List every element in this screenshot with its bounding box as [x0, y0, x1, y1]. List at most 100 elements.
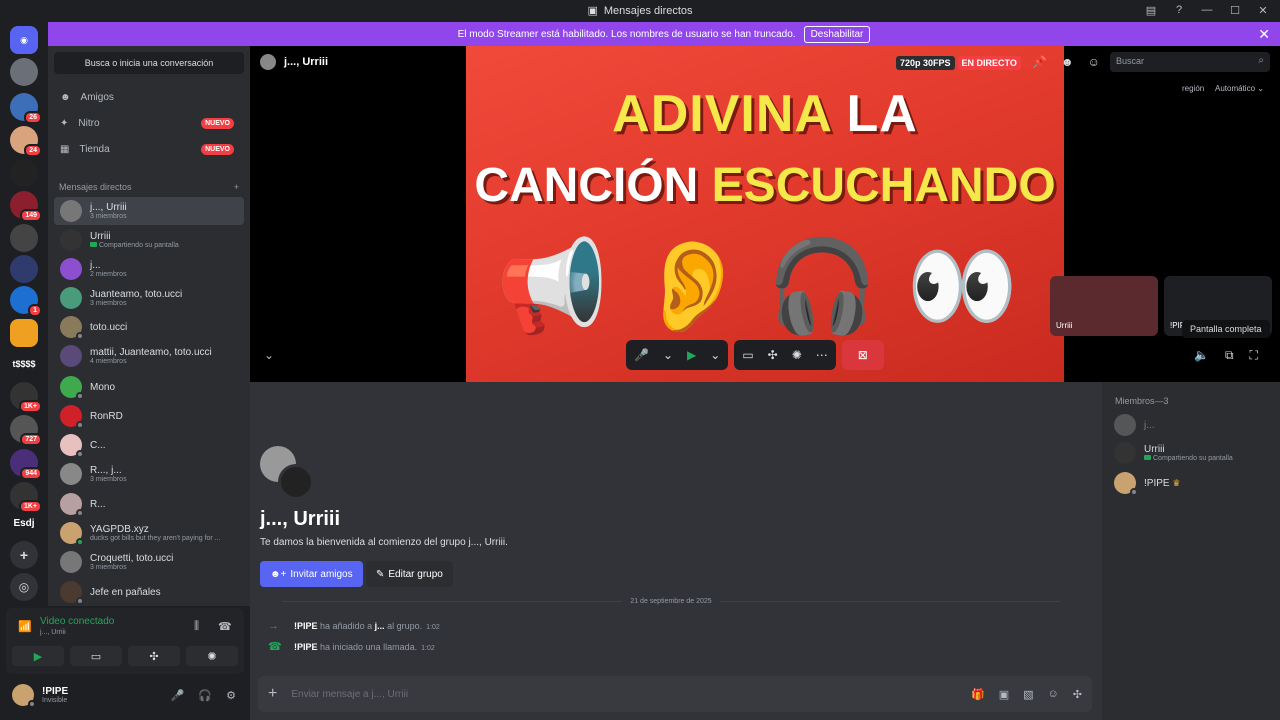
microphone-icon[interactable]: 🎤	[171, 689, 185, 702]
find-conversation-button[interactable]: Busca o inicia una conversación	[54, 52, 244, 74]
help-icon[interactable]: ?	[1170, 2, 1188, 18]
dm-sub-text: Compartiendo su pantalla	[99, 242, 179, 249]
search-input[interactable]: Buscar ⌕	[1110, 52, 1270, 72]
server-icon[interactable]: 1	[10, 286, 42, 317]
popout-icon[interactable]: ⧉	[1225, 348, 1234, 363]
fullscreen-icon[interactable]: ⛶	[1250, 348, 1258, 363]
volume-icon[interactable]: 🔈	[1194, 348, 1209, 363]
message-target[interactable]: j...	[375, 621, 385, 631]
members-icon[interactable]: ☺	[1088, 55, 1100, 69]
add-server-icon[interactable]: +	[10, 541, 38, 569]
dm-sidebar: Busca o inicia una conversación ☻ Amigos…	[48, 46, 250, 606]
region-select[interactable]: Automático ⌄	[1215, 84, 1264, 93]
member-item[interactable]: Urriii Compartiendo su pantalla	[1114, 442, 1233, 464]
server-icon[interactable]: 26	[10, 93, 42, 124]
emoji-icon[interactable]: ☺	[1048, 688, 1059, 701]
dm-item[interactable]: C...	[54, 431, 244, 459]
sticker-icon[interactable]: ▧	[1023, 688, 1033, 701]
server-avatar[interactable]	[10, 58, 38, 86]
nitro-icon: ✦	[60, 117, 69, 129]
disconnect-icon[interactable]: ☎	[218, 620, 232, 633]
screen-share-button[interactable]: ▭	[70, 646, 122, 666]
server-icon[interactable]: 1K+	[10, 382, 42, 413]
nav-shop[interactable]: ▦ Tienda NUEVO	[54, 136, 244, 162]
leave-call-button[interactable]: ⊠	[841, 340, 884, 370]
system-message: → !PIPE ha añadido a j... al grupo. 1:02	[268, 620, 440, 632]
headphones-icon[interactable]: 🎧	[198, 689, 212, 702]
nav-friends[interactable]: ☻ Amigos	[54, 84, 244, 110]
invite-friends-button[interactable]: ☻+ Invitar amigos	[260, 561, 363, 587]
maximize-button[interactable]: ☐	[1226, 2, 1244, 18]
server-icon[interactable]: 1K+	[10, 482, 42, 513]
more-icon[interactable]: ⋯	[816, 348, 828, 362]
discord-logo-icon: ◉	[20, 34, 28, 45]
server-icon[interactable]: 727	[10, 415, 42, 446]
dm-item[interactable]: toto.ucci	[54, 313, 244, 341]
apps-icon[interactable]: ✣	[1073, 688, 1082, 701]
stream-video[interactable]: ADIVINA LA CANCIÓN ESCUCHANDO 📢 👂 🎧 👀	[466, 46, 1064, 382]
server-icon[interactable]	[10, 319, 38, 347]
minimize-button[interactable]: —	[1198, 2, 1216, 18]
dm-item[interactable]: Jefe en pañales	[54, 578, 244, 606]
member-item[interactable]: !PIPE ♛	[1114, 472, 1180, 496]
microphone-icon[interactable]: 🎤	[634, 348, 649, 362]
edit-group-button[interactable]: ✎ Editar grupo	[366, 561, 453, 587]
disable-streamer-button[interactable]: Deshabilitar	[803, 25, 871, 43]
avatar	[1114, 472, 1138, 496]
dm-item[interactable]: Urriii Compartiendo su pantalla	[54, 226, 244, 254]
server-icon[interactable]: 149	[10, 191, 42, 222]
dm-section-header: Mensajes directos +	[59, 182, 239, 192]
server-icon[interactable]: 24	[10, 126, 42, 157]
server-icon[interactable]	[10, 159, 38, 187]
server-text-icon[interactable]: Esdj	[10, 509, 38, 537]
dm-item[interactable]: R...	[54, 490, 244, 518]
signal-icon[interactable]: 📶	[18, 620, 32, 633]
collapse-chevron-icon[interactable]: ⌄	[264, 348, 274, 362]
server-icon[interactable]: 944	[10, 449, 42, 480]
user-avatar[interactable]	[12, 684, 36, 708]
camera-icon[interactable]: ▶	[687, 348, 696, 362]
dm-item[interactable]: j..., Urriii 3 miembros	[54, 197, 244, 225]
camera-options-chevron-icon[interactable]: ⌄	[710, 348, 720, 362]
attach-plus-icon[interactable]: +	[268, 685, 277, 703]
explore-icon[interactable]: ◎	[10, 573, 38, 601]
server-icon[interactable]	[10, 224, 38, 252]
soundboard-button[interactable]: ✺	[186, 646, 238, 666]
home-button[interactable]: ◉	[10, 26, 38, 54]
dm-item[interactable]: R..., j... 3 miembros	[54, 460, 244, 488]
message-input-placeholder[interactable]: Enviar mensaje a j..., Urriii	[291, 689, 408, 700]
nav-nitro[interactable]: ✦ Nitro NUEVO	[54, 110, 244, 136]
create-dm-icon[interactable]: +	[234, 182, 239, 192]
pin-icon[interactable]: 📌	[1032, 55, 1047, 69]
dm-item[interactable]: RonRD	[54, 402, 244, 430]
settings-gear-icon[interactable]: ⚙	[226, 689, 236, 702]
participant-tile[interactable]: Urriii	[1050, 276, 1158, 336]
camera-button[interactable]: ▶	[12, 646, 64, 666]
server-icon[interactable]	[10, 255, 38, 283]
close-window-button[interactable]: ✕	[1254, 2, 1272, 18]
message-user[interactable]: !PIPE	[294, 621, 318, 631]
add-friends-icon[interactable]: ☻	[1061, 55, 1074, 69]
message-composer[interactable]: + Enviar mensaje a j..., Urriii 🎁 ▣ ▧ ☺ …	[258, 676, 1092, 712]
gif-icon[interactable]: ▣	[999, 688, 1009, 701]
noise-suppression-icon[interactable]: ⫼	[194, 620, 199, 633]
dm-item[interactable]: Croquetti, toto.ucci 3 miembros	[54, 548, 244, 576]
nav-label: Tienda	[79, 143, 110, 155]
dm-item[interactable]: Mono	[54, 373, 244, 401]
activities-button[interactable]: ✣	[128, 646, 180, 666]
mic-options-chevron-icon[interactable]: ⌄	[663, 348, 673, 362]
gift-icon[interactable]: 🎁	[971, 688, 985, 701]
dm-item[interactable]: j... 2 miembros	[54, 255, 244, 283]
dm-item[interactable]: Juanteamo, toto.ucci 3 miembros	[54, 284, 244, 312]
close-banner-icon[interactable]: ✕	[1258, 26, 1270, 43]
message-user[interactable]: !PIPE	[294, 642, 318, 652]
member-item[interactable]: j...	[1114, 414, 1155, 436]
activities-icon[interactable]: ✣	[768, 348, 778, 362]
dm-item[interactable]: YAGPDB.xyz ducks got bills but they aren'…	[54, 519, 244, 547]
server-text-icon[interactable]: t$$$$	[10, 350, 38, 378]
inbox-icon[interactable]: ▤	[1142, 2, 1160, 18]
dm-item[interactable]: mattii, Juanteamo, toto.ucci 4 miembros	[54, 342, 244, 370]
screen-share-icon[interactable]: ▭	[742, 348, 753, 362]
soundboard-icon[interactable]: ✺	[792, 348, 802, 362]
discord-icon: ▣	[587, 5, 598, 17]
